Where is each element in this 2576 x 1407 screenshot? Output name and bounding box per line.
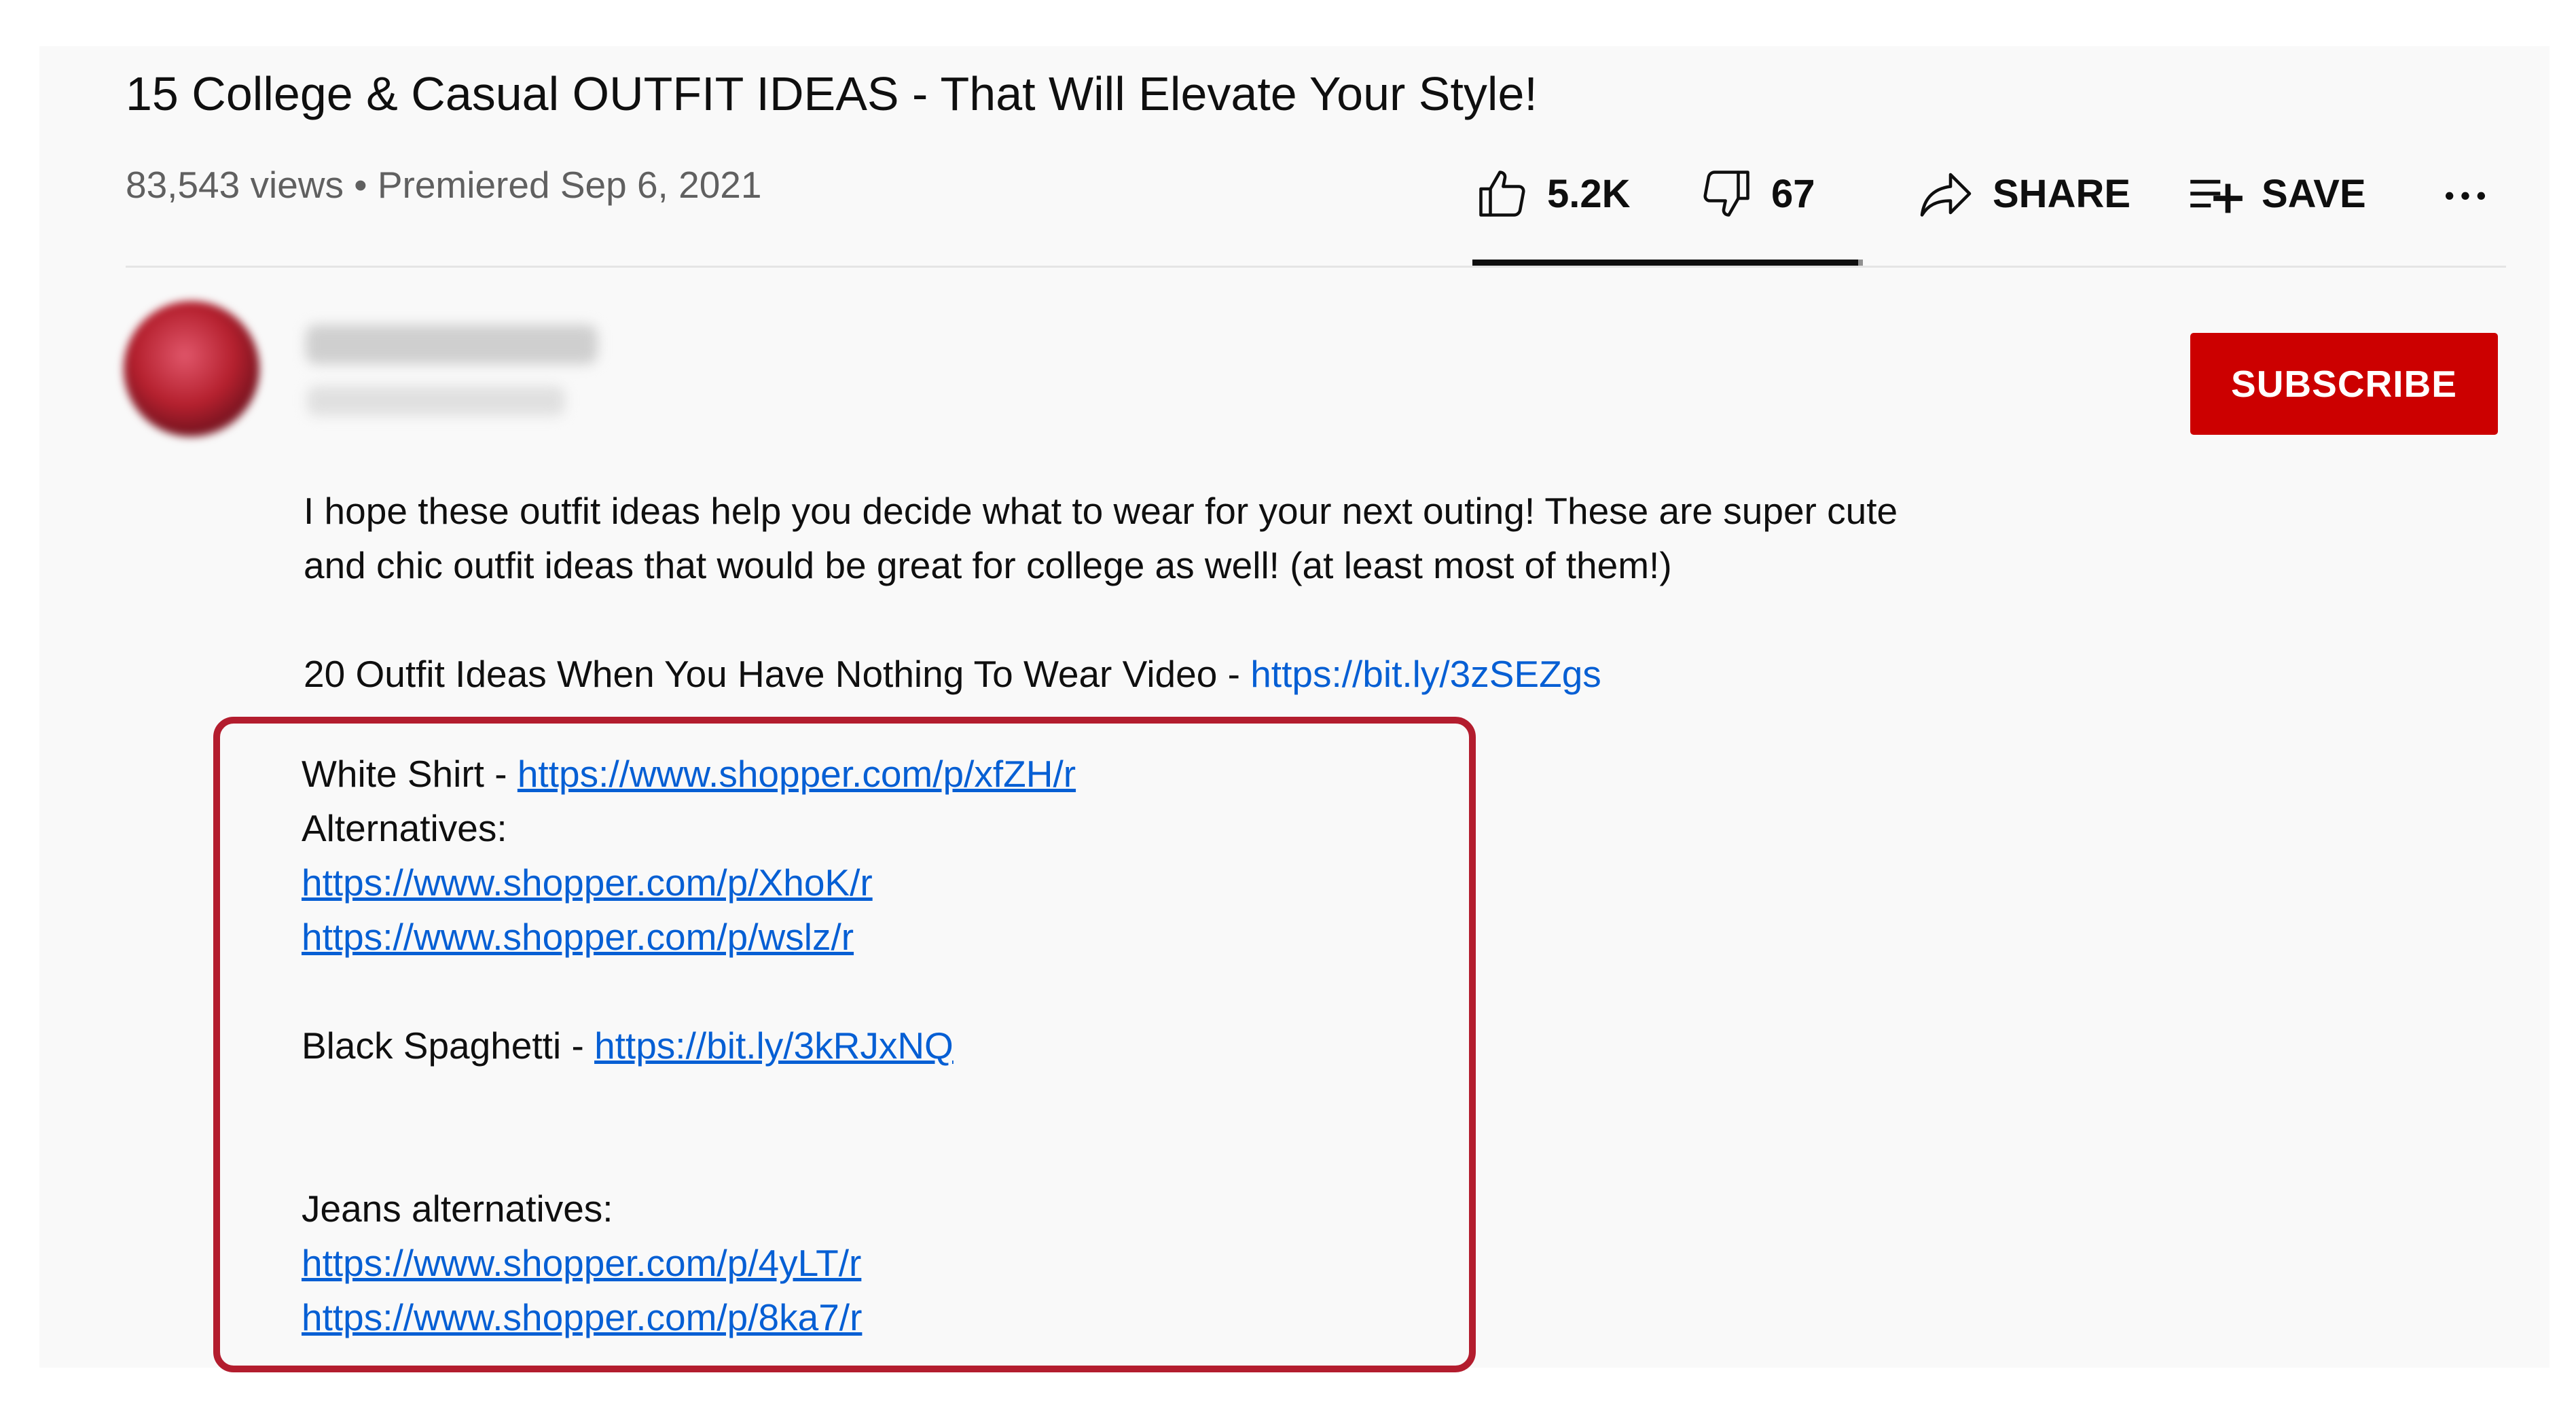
playlist-add-icon	[2187, 165, 2245, 222]
video-title: 15 College & Casual OUTFIT IDEAS - That …	[126, 67, 1538, 120]
share-button[interactable]: SHARE	[1915, 156, 2130, 231]
channel-avatar[interactable]	[124, 301, 259, 437]
related-video-line: 20 Outfit Ideas When You Have Nothing To…	[304, 647, 1898, 701]
alternatives-label: Alternatives:	[302, 807, 507, 849]
dislike-button[interactable]: 67	[1698, 156, 1815, 231]
divider	[126, 266, 2506, 268]
video-description: I hope these outfit ideas help you decid…	[304, 484, 1898, 701]
channel-subscribers-blurred	[307, 386, 565, 416]
like-count: 5.2K	[1547, 171, 1631, 216]
save-button[interactable]: SAVE	[2187, 156, 2366, 231]
share-label: SHARE	[1993, 171, 2131, 216]
related-video-text: 20 Outfit Ideas When You Have Nothing To…	[304, 653, 1251, 695]
alternative-link-2[interactable]: https://www.shopper.com/p/wslz/r	[302, 916, 854, 958]
more-actions-button[interactable]	[2438, 156, 2492, 231]
subscribe-button[interactable]: SUBSCRIBE	[2190, 333, 2498, 435]
share-arrow-icon	[1915, 165, 1976, 222]
jeans-link-1[interactable]: https://www.shopper.com/p/4yLT/r	[302, 1242, 861, 1284]
white-shirt-line: White Shirt - https://www.shopper.com/p/…	[302, 747, 1076, 801]
thumbs-up-icon	[1474, 165, 1531, 222]
like-button[interactable]: 5.2K	[1474, 156, 1631, 231]
video-meta: 83,543 views • Premiered Sep 6, 2021	[126, 164, 762, 206]
related-video-link[interactable]: https://bit.ly/3zSEZgs	[1250, 653, 1601, 695]
black-spaghetti-text: Black Spaghetti -	[302, 1025, 595, 1067]
black-spaghetti-line: Black Spaghetti - https://bit.ly/3kRJxNQ	[302, 1018, 1076, 1073]
dislike-count: 67	[1771, 171, 1815, 216]
white-shirt-text: White Shirt -	[302, 753, 518, 795]
alternative-link-1[interactable]: https://www.shopper.com/p/XhoK/r	[302, 861, 873, 904]
jeans-link-2[interactable]: https://www.shopper.com/p/8ka7/r	[302, 1296, 862, 1338]
description-line: and chic outfit ideas that would be grea…	[304, 544, 1672, 586]
black-spaghetti-link[interactable]: https://bit.ly/3kRJxNQ	[594, 1025, 954, 1067]
jeans-alternatives-label: Jeans alternatives:	[302, 1188, 613, 1230]
channel-name-blurred[interactable]	[306, 325, 598, 364]
white-shirt-link[interactable]: https://www.shopper.com/p/xfZH/r	[518, 753, 1076, 795]
more-horizontal-icon	[2438, 165, 2492, 222]
highlighted-links: White Shirt - https://www.shopper.com/p/…	[302, 747, 1076, 1344]
save-label: SAVE	[2262, 171, 2366, 216]
description-line: I hope these outfit ideas help you decid…	[304, 490, 1898, 532]
thumbs-down-icon	[1698, 165, 1755, 222]
